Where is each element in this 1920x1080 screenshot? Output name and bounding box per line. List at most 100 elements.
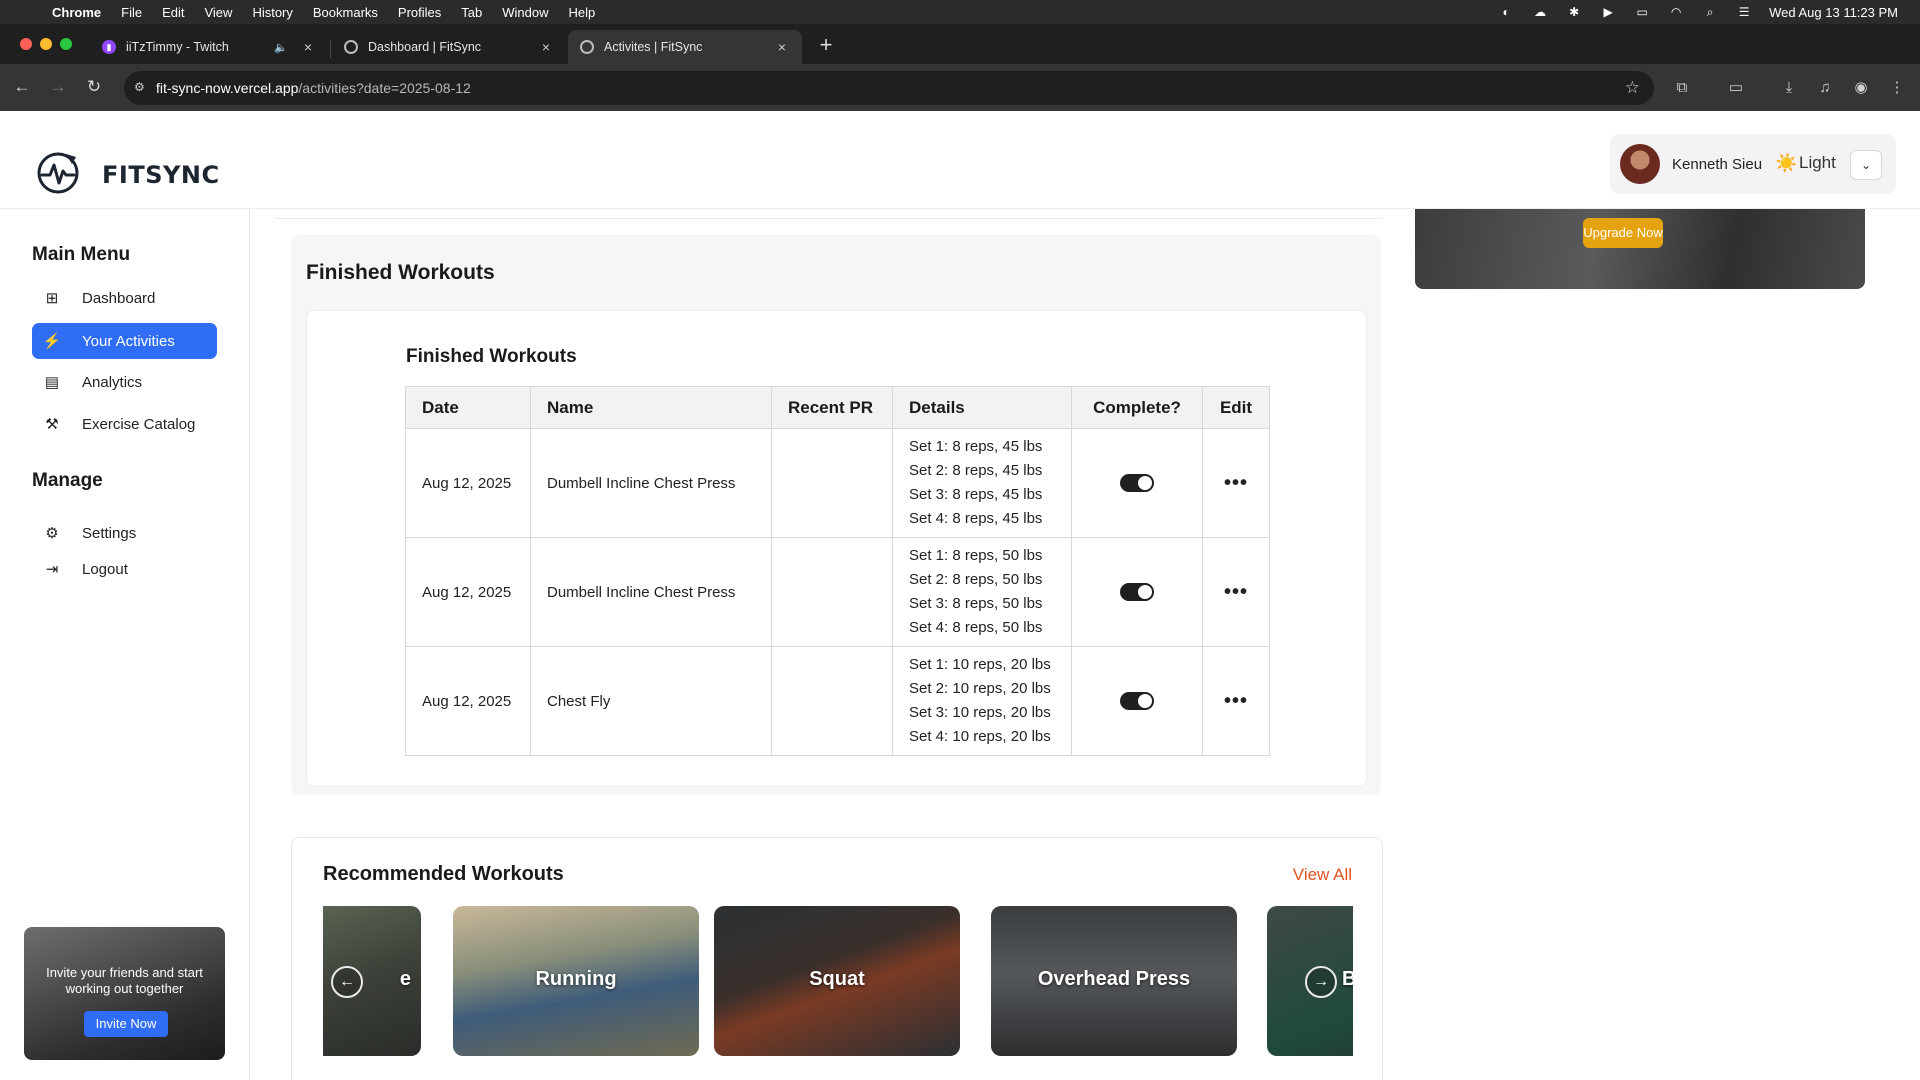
address-url[interactable]: fit-sync-now.vercel.app/activities?date=…	[156, 80, 471, 96]
column-header-edit: Edit	[1202, 386, 1270, 429]
close-tab-icon[interactable]: ×	[774, 39, 790, 55]
workout-card-running[interactable]: Running	[453, 906, 699, 1056]
chrome-menu-icon[interactable]: ⋮	[1887, 78, 1907, 98]
table-header-row: Date Name Recent PR Details Complete? Ed…	[405, 386, 1270, 429]
menu-app-name[interactable]: Chrome	[52, 5, 101, 20]
extensions-icon[interactable]: ⧉	[1672, 78, 1692, 98]
sidebar-item-label: Logout	[82, 560, 128, 578]
cell-complete	[1071, 537, 1203, 647]
recommended-workouts-section: Recommended Workouts View All e Running …	[291, 837, 1383, 1080]
sidebar-item-label: Exercise Catalog	[82, 415, 196, 433]
browser-tab-activities[interactable]: Activites | FitSync ×	[568, 30, 802, 64]
table-row: Aug 12, 2025 Dumbell Incline Chest Press…	[405, 428, 1270, 538]
sidebar-item-label: Your Activities	[82, 332, 175, 350]
play-icon[interactable]: ▶	[1599, 5, 1617, 19]
spotlight-search-icon[interactable]: ⌕	[1701, 5, 1719, 19]
menu-window[interactable]: Window	[502, 5, 548, 20]
window-minimize-button[interactable]	[40, 38, 52, 50]
more-options-icon[interactable]: •••	[1224, 472, 1248, 494]
window-zoom-button[interactable]	[60, 38, 72, 50]
bookmark-star-icon[interactable]: ☆	[1625, 78, 1640, 98]
sidebar-item-dashboard[interactable]: ⊞ Dashboard	[32, 280, 217, 316]
column-header-complete: Complete?	[1071, 386, 1203, 429]
battery-icon[interactable]: ▭	[1633, 5, 1651, 19]
finished-workouts-panel: Finished Workouts Finished Workouts Date…	[291, 235, 1381, 795]
theme-label[interactable]: Light	[1799, 153, 1836, 173]
avatar[interactable]	[1620, 144, 1660, 184]
address-bar[interactable]: ⚙ fit-sync-now.vercel.app/activities?dat…	[124, 71, 1654, 105]
macos-menubar: Chrome File Edit View History Bookmarks …	[0, 0, 1920, 24]
menu-edit[interactable]: Edit	[162, 5, 184, 20]
finished-workouts-panel-title: Finished Workouts	[306, 261, 495, 284]
table-row: Aug 12, 2025 Dumbell Incline Chest Press…	[405, 537, 1270, 647]
complete-toggle[interactable]	[1120, 474, 1154, 493]
back-arrow-icon[interactable]: ←	[11, 76, 33, 98]
carousel-prev-arrow-icon[interactable]: ←	[331, 966, 363, 998]
speaker-icon[interactable]: 🔈	[274, 41, 288, 54]
view-all-link[interactable]: View All	[1293, 865, 1352, 885]
user-name: Kenneth Sieu	[1672, 156, 1763, 173]
set-detail: Set 4: 8 reps, 45 lbs	[909, 510, 1043, 527]
cell-details: Set 1: 8 reps, 50 lbs Set 2: 8 reps, 50 …	[892, 537, 1072, 647]
chevron-down-icon[interactable]: ⌄	[1850, 150, 1882, 180]
menu-tab[interactable]: Tab	[461, 5, 482, 20]
workout-card-squat[interactable]: Squat	[714, 906, 960, 1056]
new-tab-button[interactable]: +	[812, 32, 840, 60]
cloud-icon[interactable]: ☁	[1531, 5, 1549, 19]
workout-card-label: Running	[535, 968, 617, 990]
cast-icon[interactable]: ▭	[1726, 78, 1746, 98]
menu-help[interactable]: Help	[569, 5, 596, 20]
grid-icon: ⊞	[45, 290, 59, 307]
tab-title: Dashboard | FitSync	[368, 40, 482, 54]
sidebar-item-settings[interactable]: ⚙ Settings	[32, 515, 217, 551]
media-controls-icon[interactable]: ♫	[1815, 78, 1835, 98]
more-options-icon[interactable]: •••	[1224, 690, 1248, 712]
upgrade-now-button[interactable]: Upgrade Now	[1583, 218, 1663, 248]
status-app-icon[interactable]: ◐	[1497, 5, 1515, 19]
downloads-icon[interactable]: ⤓	[1779, 78, 1799, 98]
carousel-next-arrow-icon[interactable]: →	[1305, 966, 1337, 998]
complete-toggle[interactable]	[1120, 692, 1154, 711]
menu-file[interactable]: File	[121, 5, 142, 20]
more-options-icon[interactable]: •••	[1224, 581, 1248, 603]
browser-tab-dashboard[interactable]: Dashboard | FitSync ×	[332, 30, 566, 64]
menu-view[interactable]: View	[204, 5, 232, 20]
brand-name[interactable]: FITSYNC	[102, 161, 220, 189]
forward-arrow-icon[interactable]: →	[47, 76, 69, 98]
menu-bookmarks[interactable]: Bookmarks	[313, 5, 378, 20]
cell-date: Aug 12, 2025	[405, 537, 531, 647]
window-close-button[interactable]	[20, 38, 32, 50]
sidebar-item-your-activities[interactable]: ⚡ Your Activities	[32, 323, 217, 359]
reload-icon[interactable]: ↻	[83, 76, 105, 98]
sidebar-item-analytics[interactable]: ▤ Analytics	[32, 364, 217, 400]
bluetooth-icon[interactable]: ✱	[1565, 5, 1583, 19]
close-tab-icon[interactable]: ×	[538, 39, 554, 55]
menu-history[interactable]: History	[252, 5, 292, 20]
site-info-icon[interactable]: ⚙	[134, 80, 150, 96]
wifi-icon[interactable]: ◠	[1667, 5, 1685, 19]
set-detail: Set 2: 8 reps, 45 lbs	[909, 462, 1043, 479]
menu-profiles[interactable]: Profiles	[398, 5, 441, 20]
sidebar-item-exercise-catalog[interactable]: ⚒ Exercise Catalog	[32, 406, 217, 442]
control-center-icon[interactable]: ☰	[1735, 5, 1753, 19]
profile-icon[interactable]: ◉	[1851, 78, 1871, 98]
browser-tab-twitch[interactable]: ▮ iiTzTimmy - Twitch 🔈 ×	[90, 30, 328, 64]
logout-icon: ⇥	[45, 561, 59, 578]
cell-recent-pr	[771, 428, 893, 538]
invite-card: Invite your friends and start working ou…	[24, 927, 225, 1060]
close-tab-icon[interactable]: ×	[300, 39, 316, 55]
fitsync-logo-icon[interactable]	[36, 151, 80, 195]
complete-toggle[interactable]	[1120, 583, 1154, 602]
invite-now-button[interactable]: Invite Now	[84, 1011, 168, 1037]
column-header-name: Name	[530, 386, 772, 429]
cell-recent-pr	[771, 646, 893, 756]
workout-card-overhead-press[interactable]: Overhead Press	[991, 906, 1237, 1056]
menubar-clock[interactable]: Wed Aug 13 11:23 PM	[1769, 5, 1898, 20]
tab-title: iiTzTimmy - Twitch	[126, 40, 229, 54]
column-header-details: Details	[892, 386, 1072, 429]
sidebar-item-logout[interactable]: ⇥ Logout	[32, 551, 217, 587]
set-detail: Set 4: 10 reps, 20 lbs	[909, 728, 1051, 745]
finished-workouts-card: Finished Workouts Date Name Recent PR De…	[306, 310, 1367, 787]
user-menu[interactable]: Kenneth Sieu ☀️ Light ⌄	[1610, 134, 1896, 194]
recommended-workouts-title: Recommended Workouts	[323, 863, 564, 885]
